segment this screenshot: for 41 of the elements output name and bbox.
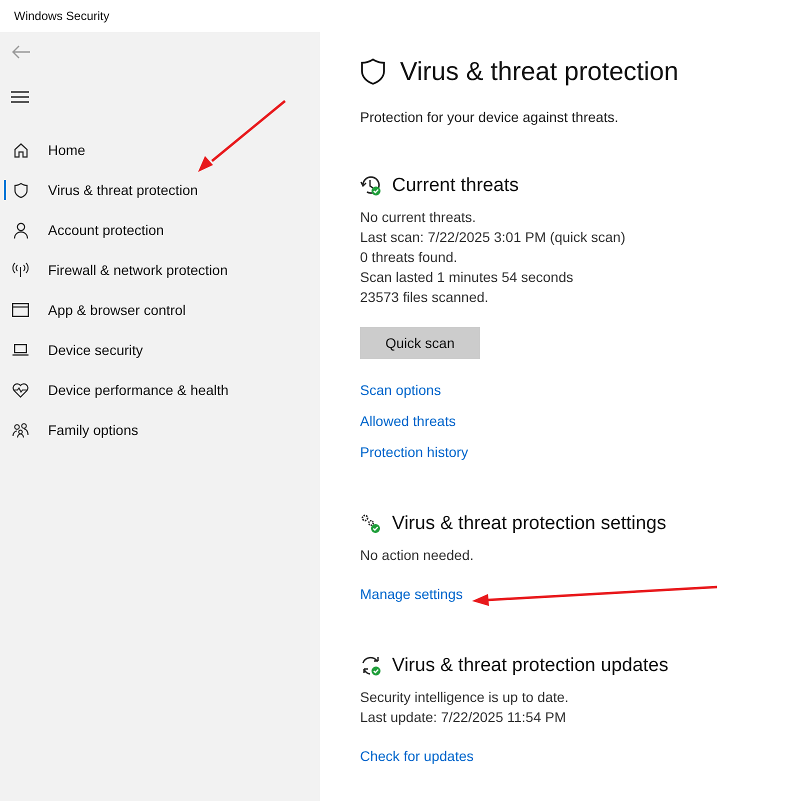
section-heading: Current threats — [392, 175, 519, 197]
menu-icon[interactable] — [11, 90, 29, 102]
shield-icon — [360, 58, 386, 86]
browser-window-icon — [12, 303, 29, 317]
sidebar-item[interactable]: Virus & threat protection — [0, 170, 320, 210]
antenna-icon — [12, 262, 29, 278]
gears-check-icon — [360, 513, 382, 535]
person-icon — [12, 222, 28, 238]
sidebar-item[interactable]: App & browser control — [0, 290, 320, 330]
status-text: Security intelligence is up to date. — [360, 688, 570, 707]
window-title: Windows Security — [14, 9, 110, 23]
history-check-icon — [360, 175, 382, 197]
shield-icon — [12, 182, 28, 198]
refresh-check-icon — [360, 655, 382, 677]
status-text: No action needed. — [360, 546, 475, 565]
status-text: 0 threats found. — [360, 248, 458, 267]
section-heading: Virus & threat protection updates — [392, 655, 668, 677]
link[interactable]: Protection history — [360, 443, 468, 461]
link[interactable]: Scan options — [360, 381, 441, 399]
quick-scan-button[interactable]: Quick scan — [360, 327, 480, 359]
laptop-icon — [12, 344, 29, 356]
page-subtitle: Protection for your device against threats. — [360, 109, 620, 125]
status-text: Scan lasted 1 minutes 54 seconds — [360, 268, 574, 287]
status-text: 23573 files scanned. — [360, 288, 490, 307]
sidebar-item[interactable]: Home — [0, 130, 320, 170]
sidebar-item[interactable]: Device performance & health — [0, 370, 320, 410]
status-text: Last scan: 7/22/2025 3:01 PM (quick scan) — [360, 228, 626, 247]
home-icon — [12, 142, 28, 158]
link[interactable]: Check for updates — [360, 747, 474, 765]
family-icon — [12, 422, 29, 438]
heart-pulse-icon — [12, 382, 29, 398]
sidebar-item[interactable]: Device security — [0, 330, 320, 370]
link[interactable]: Manage settings — [360, 585, 463, 603]
status-text: No current threats. — [360, 208, 477, 227]
section-heading: Virus & threat protection settings — [392, 513, 666, 535]
sidebar-item[interactable]: Account protection — [0, 210, 320, 250]
status-text: Last update: 7/22/2025 11:54 PM — [360, 708, 568, 727]
page-title: Virus & threat protection — [400, 56, 678, 87]
sidebar-item[interactable]: Firewall & network protection — [0, 250, 320, 290]
sidebar-item[interactable]: Family options — [0, 410, 320, 450]
link[interactable]: Allowed threats — [360, 412, 456, 430]
